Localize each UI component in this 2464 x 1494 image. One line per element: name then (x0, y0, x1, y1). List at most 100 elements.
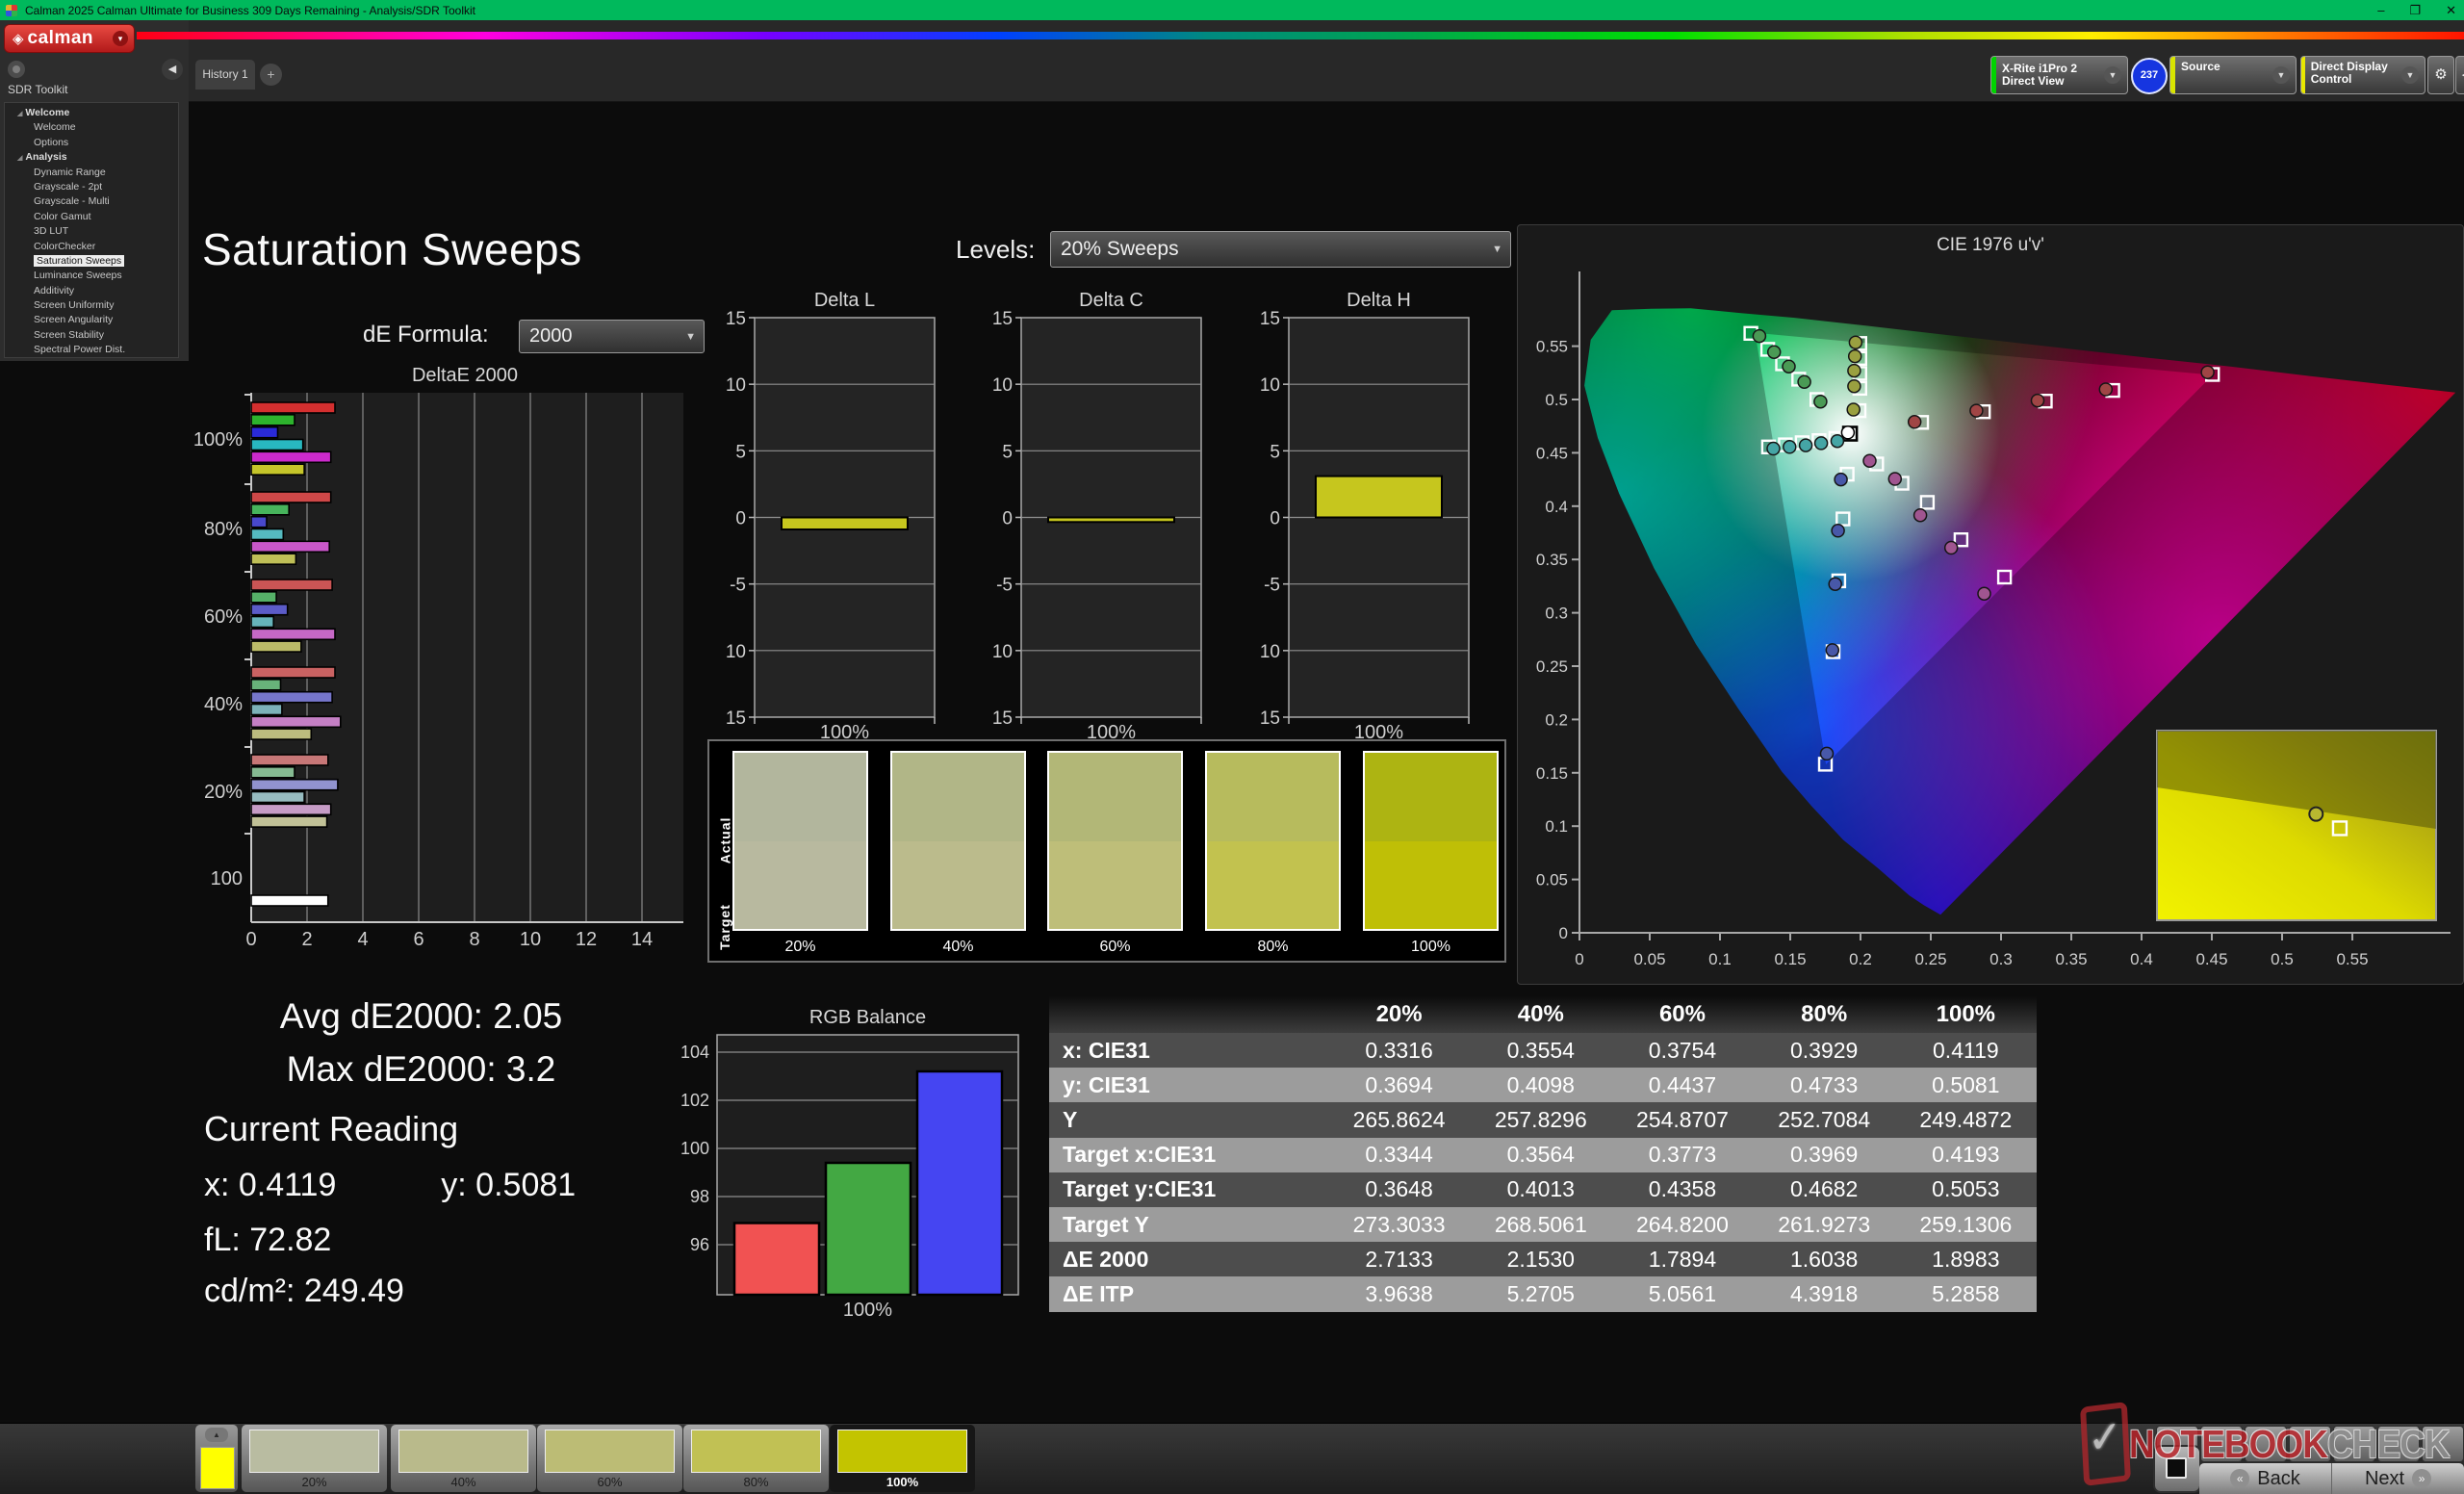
svg-text:-5: -5 (1264, 576, 1280, 596)
levels-label: Levels: (956, 235, 1035, 265)
svg-text:100%: 100% (1354, 722, 1403, 741)
sidebar-item-analysis[interactable]: ◢Analysis (5, 150, 178, 165)
sidebar-item-welcome[interactable]: Welcome (5, 120, 178, 135)
sidebar-item-welcome[interactable]: ◢Welcome (5, 106, 178, 120)
table-cell: 3.9638 (1328, 1281, 1470, 1307)
svg-text:15: 15 (1261, 309, 1280, 329)
expander-icon[interactable]: ◢ (17, 155, 22, 162)
sidebar-item-dynamic-range[interactable]: Dynamic Range (5, 166, 178, 180)
actual-swatch (734, 753, 866, 841)
table-cell: 0.3754 (1611, 1038, 1753, 1064)
panel-collapse-button[interactable]: ◀ (2455, 56, 2464, 94)
svg-text:0: 0 (1270, 509, 1280, 529)
target-swatch (1365, 841, 1497, 930)
level-tile-100%[interactable]: 100% (830, 1425, 975, 1492)
levels-select[interactable]: 20% Sweeps ▼ (1050, 231, 1511, 268)
svg-text:0.25: 0.25 (1914, 950, 1946, 968)
calman-window: Calman 2025 Calman Ultimate for Business… (0, 0, 2464, 1494)
target-swatch (734, 841, 866, 930)
sidebar-item-options[interactable]: Options (5, 136, 178, 150)
notebookcheck-watermark: ✓ NOTEBOOKCHECK (2082, 1398, 2464, 1490)
level-tile-80%[interactable]: 80% (683, 1425, 829, 1492)
svg-text:60%: 60% (204, 606, 243, 628)
calman-menu-button[interactable]: ◈ calman ▾ (4, 24, 135, 53)
sidebar-header: SDR Toolkit (8, 83, 67, 96)
calman-logo-icon: ◈ (13, 30, 24, 47)
display-control-dropdown[interactable]: Direct Display Control ▼ (2300, 56, 2426, 94)
table-cell: 2.7133 (1328, 1247, 1470, 1273)
settings-gear-button[interactable]: ⚙ (2427, 56, 2454, 94)
level-tile-20%[interactable]: 20% (242, 1425, 387, 1492)
table-cell: 0.3969 (1754, 1142, 1895, 1168)
page-title: Saturation Sweeps (202, 223, 664, 275)
display-control-status-bar (2301, 57, 2305, 93)
actual-swatch (1049, 753, 1181, 841)
svg-text:5: 5 (735, 442, 746, 462)
svg-text:96: 96 (690, 1235, 709, 1254)
sidebar-item-grayscale-multi[interactable]: Grayscale - Multi (5, 194, 178, 209)
svg-text:Delta L: Delta L (814, 290, 875, 311)
sidebar-item-saturation-sweeps[interactable]: Saturation Sweeps (5, 254, 178, 269)
gear-icon: ⚙ (2434, 66, 2447, 83)
sidebar-pin-button[interactable] (8, 61, 25, 78)
sidebar-item-screen-stability[interactable]: Screen Stability (5, 328, 178, 343)
tile-label: 80% (683, 1475, 829, 1489)
avg-de2000: Avg dE2000: 2.05 (159, 990, 683, 1043)
swatch-label: 100% (1365, 939, 1497, 956)
svg-text:0: 0 (1575, 950, 1583, 968)
sidebar-item-additivity[interactable]: Additivity (5, 284, 178, 298)
deltae2000-chart: DeltaE 200002468101214100%80%60%40%20%10… (135, 364, 693, 957)
swatch-100% (1363, 751, 1499, 931)
max-de2000: Max dE2000: 3.2 (159, 1043, 683, 1095)
add-tab-button[interactable]: + (260, 64, 282, 86)
maximize-button[interactable]: ❐ (2409, 0, 2421, 20)
reading-fl: fL: 72.82 (204, 1222, 576, 1259)
sidebar-item-spectral-power-dist-[interactable]: Spectral Power Dist. (5, 343, 178, 357)
sidebar-item-colorchecker[interactable]: ColorChecker (5, 240, 178, 254)
level-tile-60%[interactable]: 60% (537, 1425, 682, 1492)
meter-mode: Direct View (2002, 75, 2077, 88)
sidebar-item-grayscale-2pt[interactable]: Grayscale - 2pt (5, 180, 178, 194)
sidebar-item-luminance-sweeps[interactable]: Luminance Sweeps (5, 269, 178, 283)
table-cell: 0.5053 (1895, 1176, 2037, 1202)
table-cell: 0.3773 (1611, 1142, 1753, 1168)
sidebar-item-color-gamut[interactable]: Color Gamut (5, 210, 178, 224)
svg-text:0.15: 0.15 (1774, 950, 1806, 968)
source-dropdown[interactable]: Source ▼ (2169, 56, 2297, 94)
swatch-60% (1047, 751, 1183, 931)
row-label: Y (1049, 1107, 1328, 1133)
patch-color-tile[interactable]: ▲ (195, 1425, 238, 1492)
svg-text:15: 15 (727, 309, 746, 329)
expander-icon[interactable]: ◢ (17, 111, 22, 117)
table-row: Target Y273.3033268.5061264.8200261.9273… (1049, 1207, 2037, 1242)
level-tile-40%[interactable]: 40% (391, 1425, 536, 1492)
target-swatch (1049, 841, 1181, 930)
svg-text:0.2: 0.2 (1849, 950, 1872, 968)
close-button[interactable]: ✕ (2446, 0, 2456, 20)
svg-text:0.2: 0.2 (1545, 710, 1568, 729)
chevron-down-icon: ▼ (2272, 66, 2290, 84)
swatch-label: 80% (1207, 939, 1339, 956)
svg-text:-15: -15 (993, 708, 1013, 729)
svg-text:0.1: 0.1 (1545, 817, 1568, 836)
watermark-text-red: NOTEBOOK (2129, 1422, 2327, 1466)
svg-text:-5: -5 (996, 576, 1013, 596)
table-cell: 5.2858 (1895, 1281, 2037, 1307)
rgb-balance-chart: RGB Balance1041021009896100% (664, 1006, 1040, 1319)
svg-text:CIE 1976 u'v': CIE 1976 u'v' (1937, 235, 2044, 255)
sidebar-collapse-button[interactable]: ◀ (162, 59, 183, 80)
de-formula-select[interactable]: 2000 ▼ (519, 320, 705, 353)
table-cell: 265.8624 (1328, 1107, 1470, 1133)
table-cell: 264.8200 (1611, 1212, 1753, 1238)
sidebar-item-screen-uniformity[interactable]: Screen Uniformity (5, 298, 178, 313)
minimize-button[interactable]: – (2377, 0, 2384, 20)
sidebar-item-3d-lut[interactable]: 3D LUT (5, 224, 178, 239)
meter-dropdown[interactable]: X-Rite i1Pro 2 Direct View ▼ (1990, 56, 2128, 94)
tile-label: 60% (537, 1475, 682, 1489)
sidebar-item-screen-angularity[interactable]: Screen Angularity (5, 313, 178, 327)
actual-swatch (1207, 753, 1339, 841)
meter-reading-badge[interactable]: 237 (2131, 58, 2168, 94)
tab-history-1[interactable]: History 1 (195, 60, 255, 90)
source-label: Source (2181, 61, 2220, 73)
table-cell: 5.0561 (1611, 1281, 1753, 1307)
